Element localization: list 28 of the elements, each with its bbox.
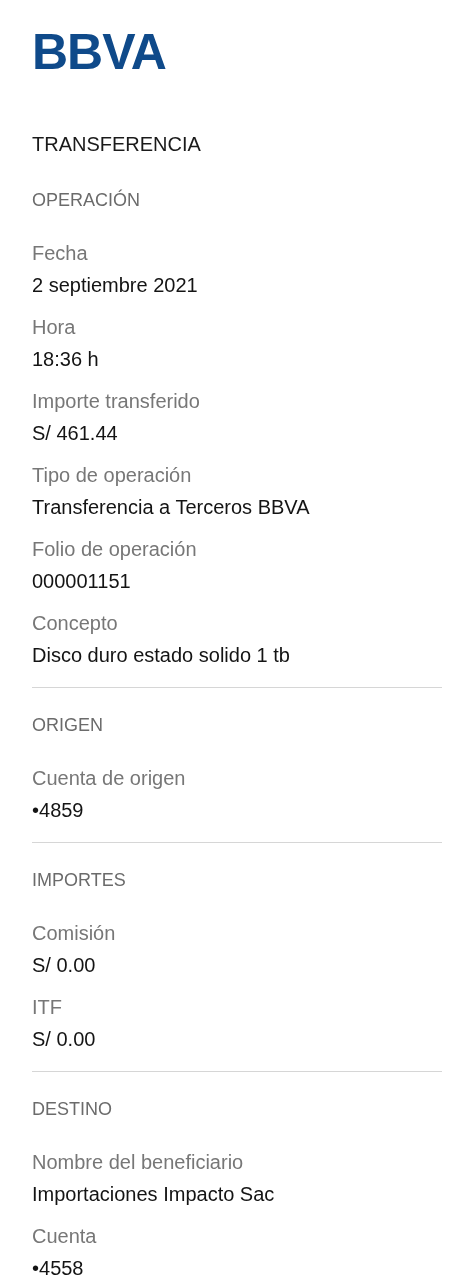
field-value: 18:36 h [32,348,99,370]
field-label: Folio de operación [32,538,197,560]
field-label: Comisión [32,922,116,944]
bank-logo: BBVA [32,24,166,80]
field-label: Nombre del beneficiario [32,1151,244,1173]
field-label: Concepto [32,612,118,634]
section-heading: OPERACIÓN [32,190,141,210]
page-title: TRANSFERENCIA [32,133,201,155]
field-label: Tipo de operación [32,464,192,486]
section-heading: DESTINO [32,1099,112,1119]
field-value: Transferencia a Terceros BBVA [32,496,310,518]
field-value: 2 septiembre 2021 [32,274,198,296]
field-value: Disco duro estado solido 1 tb [32,644,290,666]
field-label: Hora [32,316,76,338]
field-value: S/ 0.00 [32,1028,96,1050]
field-label: ITF [32,996,62,1018]
section-heading: IMPORTES [32,870,126,890]
field-label: Fecha [32,242,88,264]
section-heading: ORIGEN [32,715,103,735]
field-value: •4859 [32,799,84,821]
field-label: Importe transferido [32,390,200,412]
field-label: Cuenta de origen [32,767,186,789]
field-value: S/ 461.44 [32,422,118,444]
field-value: Importaciones Impacto Sac [32,1183,275,1205]
field-value: 000001151 [32,570,131,592]
field-value: S/ 0.00 [32,954,96,976]
field-value: •4558 [32,1257,84,1279]
field-label: Cuenta [32,1225,97,1247]
